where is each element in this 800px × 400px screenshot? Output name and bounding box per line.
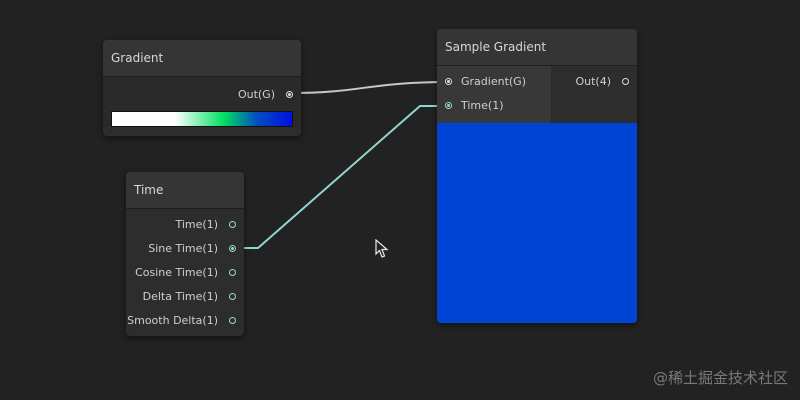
sample-input-time[interactable]: Time(1): [437, 94, 551, 118]
sample-gradient-node-title[interactable]: Sample Gradient: [437, 29, 637, 66]
sample-output-label: Out(4): [575, 75, 611, 88]
gradient-output-label: Out(G): [237, 88, 275, 101]
port-icon[interactable]: [229, 269, 236, 276]
sample-input-gradient[interactable]: Gradient(G): [437, 70, 551, 94]
mouse-cursor-icon: [375, 239, 389, 258]
time-output-label: Sine Time(1): [148, 242, 218, 255]
time-output-label: Smooth Delta(1): [127, 314, 218, 327]
time-output-label: Delta Time(1): [142, 290, 218, 303]
port-icon[interactable]: [229, 293, 236, 300]
sample-gradient-preview: [437, 123, 637, 323]
gradient-node-title[interactable]: Gradient: [103, 40, 301, 77]
time-output-time[interactable]: Time(1): [126, 213, 244, 237]
time-output-label: Time(1): [175, 218, 218, 231]
sample-gradient-node[interactable]: Sample Gradient Gradient(G) Time(1) Out(…: [437, 29, 637, 323]
sample-input-label: Gradient(G): [461, 75, 526, 88]
time-output-smooth-delta[interactable]: Smooth Delta(1): [126, 309, 244, 333]
time-node[interactable]: Time Time(1) Sine Time(1) Cosine Time(1)…: [126, 172, 244, 336]
wire-gradient-to-sample[interactable]: [291, 81, 450, 94]
sample-output[interactable]: Out(4): [551, 70, 637, 94]
time-output-cosine-time[interactable]: Cosine Time(1): [126, 261, 244, 285]
gradient-output-port-icon[interactable]: [286, 91, 293, 98]
sample-input-label: Time(1): [461, 99, 504, 112]
time-node-title[interactable]: Time: [126, 172, 244, 209]
gradient-output-port-row[interactable]: Out(G): [103, 83, 301, 107]
gradient-node[interactable]: Gradient Out(G): [103, 40, 301, 136]
port-icon[interactable]: [622, 78, 629, 85]
port-icon[interactable]: [229, 317, 236, 324]
port-icon[interactable]: [445, 78, 452, 85]
port-icon[interactable]: [229, 245, 236, 252]
time-output-label: Cosine Time(1): [135, 266, 218, 279]
watermark: @稀土掘金技术社区: [652, 369, 788, 387]
time-output-delta-time[interactable]: Delta Time(1): [126, 285, 244, 309]
port-icon[interactable]: [229, 221, 236, 228]
gradient-swatch[interactable]: [111, 111, 293, 127]
port-icon[interactable]: [445, 102, 452, 109]
time-output-sine-time[interactable]: Sine Time(1): [126, 237, 244, 261]
